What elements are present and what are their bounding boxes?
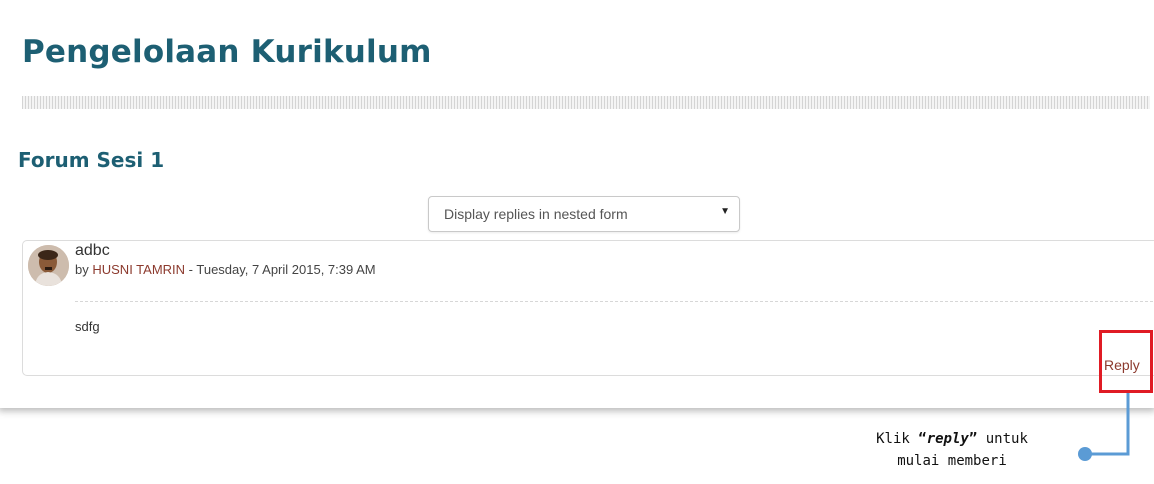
callout-line-2: mulai memberi: [897, 453, 1007, 469]
callout-connector: [1086, 393, 1130, 456]
callout-line-1: Klik “reply” untuk: [876, 431, 1028, 447]
callout-annotation: Klik “reply” untuk mulai memberi: [822, 428, 1082, 472]
